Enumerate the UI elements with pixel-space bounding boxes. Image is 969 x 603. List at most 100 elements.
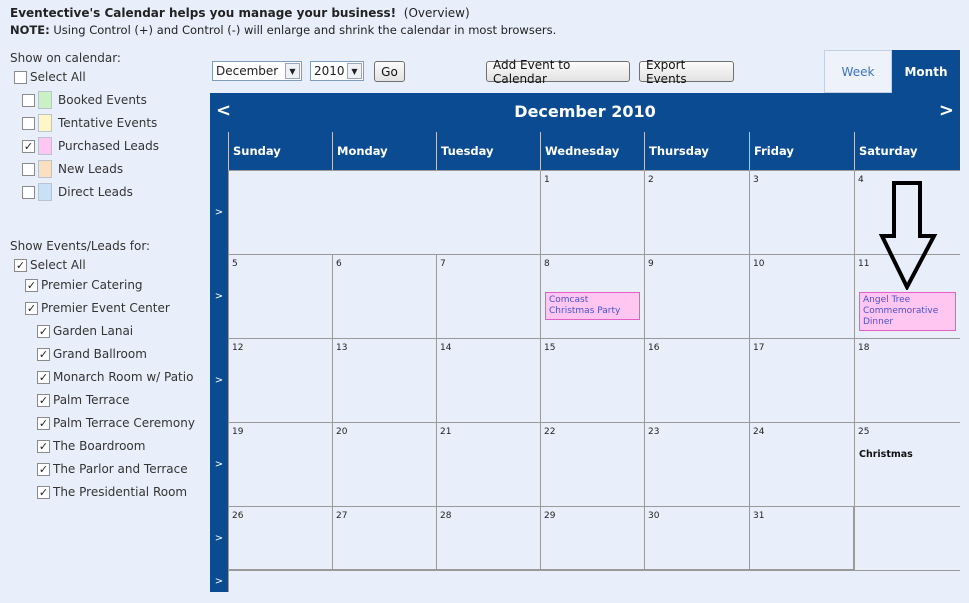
day-number: 1 — [544, 175, 550, 185]
export-events-button[interactable]: Export Events — [639, 58, 734, 86]
month-select[interactable]: December ▼ — [212, 61, 302, 81]
week-expand-button[interactable]: > — [210, 254, 228, 338]
tab-week[interactable]: Week — [824, 50, 892, 93]
venue-row[interactable]: ✓ Palm Terrace Ceremony — [37, 414, 195, 432]
day-cell[interactable]: 15 — [540, 338, 644, 422]
venue-checkbox[interactable]: ✓ — [37, 462, 50, 476]
day-cell[interactable]: 12 — [228, 338, 332, 422]
venue-checkbox[interactable]: ✓ — [37, 416, 50, 430]
day-cell[interactable]: 19 — [228, 422, 332, 506]
calendar-type-checkbox[interactable] — [22, 116, 35, 130]
calendar-type-checkbox[interactable]: ✓ — [22, 139, 35, 153]
calendar-type-checkbox[interactable] — [22, 93, 35, 107]
venue-row[interactable]: ✓ The Presidential Room — [37, 483, 187, 501]
next-month-button[interactable]: > — [939, 100, 954, 121]
venue-checkbox[interactable]: ✓ — [37, 324, 50, 338]
venue-row[interactable]: ✓ Premier Event Center — [25, 299, 170, 317]
venue-label: The Presidential Room — [53, 485, 188, 499]
venue-row[interactable]: ✓ Palm Terrace — [37, 391, 130, 409]
day-cell[interactable]: 24 — [749, 422, 854, 506]
week-expand-button[interactable]: > — [210, 170, 228, 254]
day-cell[interactable]: 30 — [644, 506, 749, 570]
day-cell[interactable]: 3 — [749, 170, 854, 254]
month-dropdown-arrow-icon[interactable]: ▼ — [285, 63, 300, 79]
day-cell[interactable]: 29 — [540, 506, 644, 570]
weekday-header: Friday — [749, 132, 854, 170]
venue-row[interactable]: ✓ Grand Ballroom — [37, 345, 147, 363]
calendar-type-row[interactable]: Booked Events — [22, 91, 147, 109]
day-cell[interactable]: 17 — [749, 338, 854, 422]
page-note: NOTE: Using Control (+) and Control (-) … — [10, 23, 556, 37]
calendar-type-checkbox[interactable] — [22, 185, 35, 199]
day-cell[interactable]: 23 — [644, 422, 749, 506]
show-for-heading: Show Events/Leads for: — [10, 239, 151, 253]
select-all-types-row[interactable]: Select All — [14, 68, 86, 86]
day-cell[interactable]: 31 — [749, 506, 854, 570]
day-cell[interactable]: 14 — [436, 338, 540, 422]
calendar-event[interactable]: Angel Tree Commemorative Dinner — [859, 292, 956, 331]
venue-label: Palm Terrace Ceremony — [53, 416, 195, 430]
day-cell[interactable]: 10 — [749, 254, 854, 338]
week-expand-button[interactable]: > — [210, 338, 228, 422]
year-dropdown-arrow-icon[interactable]: ▼ — [347, 63, 362, 79]
venue-checkbox[interactable]: ✓ — [37, 485, 50, 499]
day-cell[interactable]: 2 — [644, 170, 749, 254]
day-cell[interactable]: 16 — [644, 338, 749, 422]
day-cell[interactable]: 6 — [332, 254, 436, 338]
day-cell[interactable]: 13 — [332, 338, 436, 422]
venue-checkbox[interactable]: ✓ — [25, 301, 38, 315]
day-cell[interactable]: 22 — [540, 422, 644, 506]
venue-row[interactable]: ✓ The Parlor and Terrace — [37, 460, 188, 478]
day-cell[interactable]: 20 — [332, 422, 436, 506]
tab-month[interactable]: Month — [892, 50, 960, 93]
day-cell[interactable]: 27 — [332, 506, 436, 570]
venue-label: Grand Ballroom — [53, 347, 147, 361]
day-cell[interactable]: 25 Christmas — [854, 422, 960, 506]
venue-row[interactable]: ✓ Monarch Room w/ Patio — [37, 368, 193, 386]
calendar-header: < December 2010 > — [210, 93, 960, 131]
venue-checkbox[interactable]: ✓ — [37, 370, 50, 384]
add-event-button[interactable]: Add Event to Calendar — [486, 58, 630, 86]
day-cell[interactable]: 8 Comcast Christmas Party — [540, 254, 644, 338]
overview-link[interactable]: (Overview) — [404, 6, 470, 20]
week-expand-button[interactable]: > — [210, 570, 228, 592]
venue-checkbox[interactable]: ✓ — [25, 278, 38, 292]
year-select[interactable]: 2010 ▼ — [310, 61, 364, 81]
venue-label: Monarch Room w/ Patio — [53, 370, 194, 384]
select-all-venues-row[interactable]: ✓ Select All — [14, 256, 86, 274]
calendar-type-row[interactable]: ✓ Purchased Leads — [22, 137, 159, 155]
calendar-type-label: Tentative Events — [58, 116, 158, 130]
calendar-type-checkbox[interactable] — [22, 162, 35, 176]
day-cell[interactable]: 5 — [228, 254, 332, 338]
venue-row[interactable]: ✓ Premier Catering — [25, 276, 143, 294]
day-cell[interactable]: 21 — [436, 422, 540, 506]
week-expand-button[interactable]: > — [210, 422, 228, 506]
day-cell[interactable]: 28 — [436, 506, 540, 570]
go-button[interactable]: Go — [374, 61, 405, 82]
day-cell[interactable]: 18 — [854, 338, 960, 422]
select-all-types-checkbox[interactable] — [14, 70, 27, 84]
select-all-venues-checkbox[interactable]: ✓ — [14, 258, 27, 272]
day-cell[interactable]: 1 — [540, 170, 644, 254]
calendar-type-row[interactable]: Tentative Events — [22, 114, 157, 132]
day-cell[interactable]: 9 — [644, 254, 749, 338]
venue-checkbox[interactable]: ✓ — [37, 347, 50, 361]
day-cell[interactable]: 26 — [228, 506, 332, 570]
calendar-type-row[interactable]: Direct Leads — [22, 183, 133, 201]
day-number: 12 — [232, 343, 244, 353]
venue-checkbox[interactable]: ✓ — [37, 393, 50, 407]
day-number: 11 — [858, 259, 870, 269]
note-text: Using Control (+) and Control (-) will e… — [53, 23, 557, 37]
calendar-type-row[interactable]: New Leads — [22, 160, 123, 178]
venue-label: Premier Event Center — [41, 301, 170, 315]
week-expand-button[interactable]: > — [210, 506, 228, 570]
calendar-title: December 2010 — [514, 102, 656, 121]
calendar-event[interactable]: Comcast Christmas Party — [545, 292, 640, 320]
select-all-venues-label: Select All — [30, 258, 86, 272]
weekday-header: Thursday — [644, 132, 749, 170]
venue-row[interactable]: ✓ The Boardroom — [37, 437, 145, 455]
venue-row[interactable]: ✓ Garden Lanai — [37, 322, 133, 340]
day-number: 20 — [336, 427, 348, 437]
day-cell[interactable]: 7 — [436, 254, 540, 338]
venue-checkbox[interactable]: ✓ — [37, 439, 50, 453]
